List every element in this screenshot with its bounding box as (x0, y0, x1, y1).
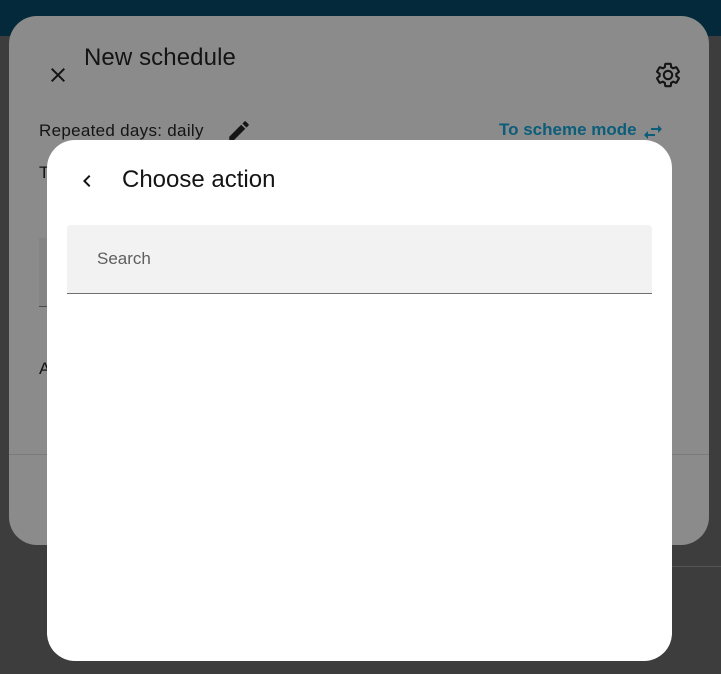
scheme-mode-link[interactable]: To scheme mode (499, 119, 637, 141)
chevron-left-icon (75, 169, 99, 198)
choose-action-dialog: Choose action (47, 140, 672, 661)
dialog-title: New schedule (84, 44, 236, 71)
gear-icon[interactable] (654, 61, 682, 89)
repeated-days-label: Repeated days: daily (39, 121, 204, 140)
back-button[interactable] (71, 167, 103, 199)
search-input[interactable] (67, 225, 652, 293)
close-icon[interactable] (46, 63, 70, 87)
dialog-title: Choose action (122, 166, 276, 193)
search-field[interactable] (67, 225, 652, 294)
